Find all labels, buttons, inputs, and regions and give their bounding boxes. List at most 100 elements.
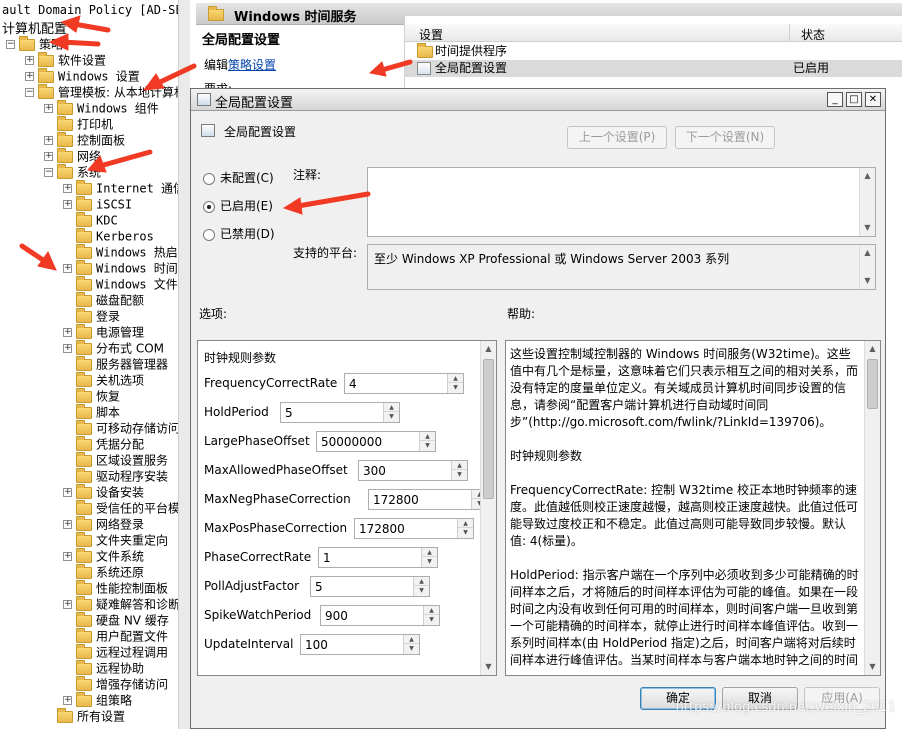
expand-icon[interactable]: + bbox=[63, 264, 72, 273]
comment-scrollbar[interactable]: ▲ ▼ bbox=[859, 168, 875, 236]
expand-icon[interactable]: + bbox=[44, 136, 53, 145]
tree-node[interactable]: KDC bbox=[63, 211, 118, 228]
option-spinbox[interactable]: 1 ▲ ▼ bbox=[318, 547, 438, 568]
prev-setting-button[interactable]: 上一个设置(P) bbox=[567, 126, 667, 149]
tree-node[interactable]: + 软件设置 bbox=[25, 51, 106, 68]
spin-down-icon[interactable]: ▼ bbox=[452, 470, 467, 479]
spin-buttons[interactable]: ▲▼ bbox=[447, 374, 463, 393]
tree-node[interactable]: + 网络 bbox=[44, 147, 101, 164]
tree-node[interactable]: Kerberos bbox=[63, 227, 154, 244]
option-spinbox[interactable]: 300 ▲ ▼ bbox=[358, 460, 468, 481]
radio-not-configured[interactable]: 未配置(C) bbox=[203, 170, 274, 186]
expand-icon[interactable]: + bbox=[44, 152, 53, 161]
tree-node[interactable]: 可移动存储访问 bbox=[63, 419, 180, 436]
tree-node[interactable]: 磁盘配额 bbox=[63, 291, 144, 308]
tree-node[interactable]: 打印机 bbox=[44, 115, 113, 132]
option-spinbox[interactable]: 172800▲▼ bbox=[368, 489, 488, 510]
spin-buttons[interactable]: ▲▼ bbox=[419, 432, 435, 451]
spin-down-icon[interactable]: ▼ bbox=[384, 412, 399, 421]
spin-up-icon[interactable]: ▲ bbox=[422, 548, 437, 557]
tree-node[interactable]: + 文件系统 bbox=[63, 547, 144, 564]
spin-up-icon[interactable]: ▲ bbox=[458, 519, 473, 528]
tree-node[interactable]: + Internet 通信管理 bbox=[63, 179, 190, 196]
spin-down-icon[interactable]: ▼ bbox=[414, 586, 429, 595]
tree-root-computer-config[interactable]: 计算机配置 bbox=[2, 18, 67, 37]
tree-node[interactable]: 文件夹重定向 bbox=[63, 531, 168, 548]
tree-node[interactable]: + 电源管理 bbox=[63, 323, 144, 340]
spin-buttons[interactable]: ▲▼ bbox=[421, 548, 437, 567]
option-spinbox[interactable]: 5 ▲ ▼ bbox=[310, 576, 430, 597]
spin-up-icon[interactable]: ▲ bbox=[420, 432, 435, 441]
scroll-up-icon[interactable]: ▲ bbox=[860, 168, 875, 184]
tree-node[interactable]: 远程过程调用 bbox=[63, 643, 168, 660]
column-header-setting[interactable]: 设置 bbox=[419, 26, 443, 43]
collapse-icon[interactable]: − bbox=[25, 88, 34, 97]
spin-buttons[interactable]: ▲▼ bbox=[457, 519, 473, 538]
tree-node[interactable]: 脚本 bbox=[63, 403, 120, 420]
tree-node[interactable]: 性能控制面板 bbox=[63, 579, 168, 596]
platform-scrollbar[interactable]: ▲ ▼ bbox=[859, 245, 875, 289]
tree-node[interactable]: 所有设置 bbox=[44, 707, 125, 724]
list-row-time-providers[interactable]: 时间提供程序 bbox=[405, 43, 902, 60]
expand-icon[interactable]: + bbox=[63, 488, 72, 497]
list-row-global-config[interactable]: 全局配置设置 已启用 bbox=[405, 60, 902, 77]
tree-node[interactable]: − 系统 bbox=[44, 163, 101, 180]
spin-buttons[interactable]: ▲▼ bbox=[383, 403, 399, 422]
option-spinbox[interactable]: 50000000 ▲ ▼ bbox=[316, 431, 436, 452]
spin-up-icon[interactable]: ▲ bbox=[414, 577, 429, 586]
close-button[interactable]: ✕ bbox=[865, 92, 881, 107]
tree-node[interactable]: + 分布式 COM bbox=[63, 339, 164, 356]
tree-node[interactable]: 用户配置文件 bbox=[63, 627, 168, 644]
expand-icon[interactable]: + bbox=[63, 200, 72, 209]
expand-icon[interactable]: + bbox=[63, 600, 72, 609]
expand-icon[interactable]: + bbox=[25, 56, 34, 65]
option-spinbox[interactable]: 5 ▲ ▼ bbox=[280, 402, 400, 423]
option-spinbox[interactable]: 900 ▲ ▼ bbox=[320, 605, 440, 626]
tree-node[interactable]: − 策略 bbox=[6, 35, 63, 52]
spin-buttons[interactable]: ▲▼ bbox=[413, 577, 429, 596]
expand-icon[interactable]: + bbox=[63, 328, 72, 337]
tree-node[interactable]: + Windows 组件 bbox=[44, 99, 159, 116]
option-spinbox[interactable]: 4 ▲ ▼ bbox=[344, 373, 464, 394]
expand-icon[interactable]: + bbox=[25, 72, 34, 81]
tree-node[interactable]: 驱动程序安装 bbox=[63, 467, 168, 484]
scroll-up-icon[interactable]: ▲ bbox=[865, 341, 880, 357]
dialog-title-bar[interactable]: 全局配置设置 _ □ ✕ bbox=[191, 89, 885, 111]
spin-buttons[interactable]: ▲▼ bbox=[423, 606, 439, 625]
tree-node[interactable]: 系统还原 bbox=[63, 563, 144, 580]
tree-node[interactable]: − 管理模板: 从本地计算机获 bbox=[25, 83, 190, 100]
tree-node[interactable]: 增强存储访问 bbox=[63, 675, 168, 692]
tree-node[interactable]: 服务器管理器 bbox=[63, 355, 168, 372]
expand-icon[interactable]: + bbox=[63, 520, 72, 529]
tree-node[interactable]: 恢复 bbox=[63, 387, 120, 404]
scroll-down-icon[interactable]: ▼ bbox=[860, 273, 875, 289]
help-scrollbar[interactable]: ▲ ▼ bbox=[864, 341, 880, 675]
tree-node[interactable]: 关机选项 bbox=[63, 371, 144, 388]
collapse-icon[interactable]: − bbox=[44, 168, 53, 177]
tree-node[interactable]: 远程协助 bbox=[63, 659, 144, 676]
minimize-button[interactable]: _ bbox=[827, 92, 843, 107]
expand-icon[interactable]: + bbox=[63, 696, 72, 705]
spin-down-icon[interactable]: ▼ bbox=[458, 528, 473, 537]
tree-node[interactable]: Windows 热启动 bbox=[63, 243, 190, 260]
comment-textarea[interactable]: ▲ ▼ bbox=[367, 167, 876, 237]
expand-icon[interactable]: + bbox=[63, 344, 72, 353]
tree-node[interactable]: + 组策略 bbox=[63, 691, 132, 708]
spin-up-icon[interactable]: ▲ bbox=[384, 403, 399, 412]
tree-node[interactable]: Windows 文件保护 bbox=[63, 275, 190, 292]
spin-down-icon[interactable]: ▼ bbox=[404, 644, 419, 653]
tree-node[interactable]: + 设备安装 bbox=[63, 483, 144, 500]
scroll-up-icon[interactable]: ▲ bbox=[481, 341, 496, 357]
spin-up-icon[interactable]: ▲ bbox=[424, 606, 439, 615]
tree-node[interactable]: 登录 bbox=[63, 307, 120, 324]
tree-node[interactable]: 受信任的平台模块 bbox=[63, 499, 190, 516]
expand-icon[interactable]: + bbox=[63, 184, 72, 193]
spin-up-icon[interactable]: ▲ bbox=[452, 461, 467, 470]
scroll-down-icon[interactable]: ▼ bbox=[481, 659, 496, 675]
spin-buttons[interactable]: ▲▼ bbox=[451, 461, 467, 480]
scroll-down-icon[interactable]: ▼ bbox=[860, 220, 875, 236]
maximize-button[interactable]: □ bbox=[846, 92, 862, 107]
edit-policy-link[interactable]: 策略设置 bbox=[228, 58, 276, 72]
tree-node[interactable]: + 疑难解答和诊断 bbox=[63, 595, 180, 612]
tree-node[interactable]: + Windows 时间服务 bbox=[63, 259, 190, 276]
